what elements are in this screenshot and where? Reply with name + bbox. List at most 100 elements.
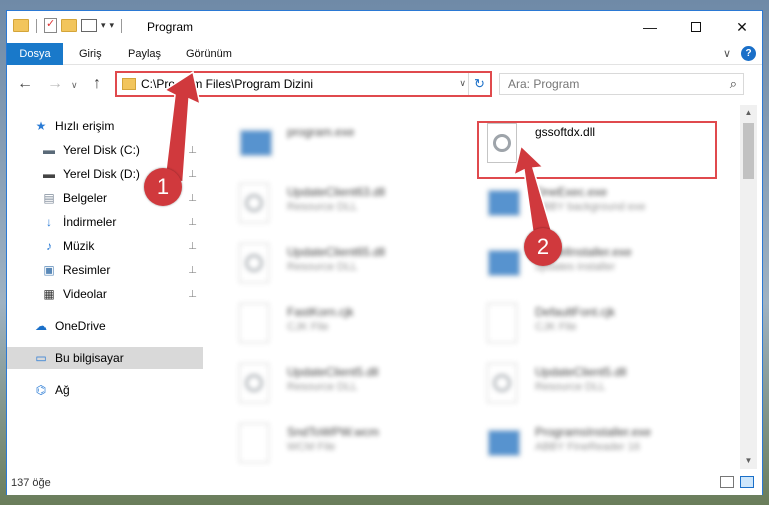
window-title: Program: [147, 20, 194, 34]
file-name: UpdateClient65.dll: [287, 245, 386, 259]
up-arrow-icon[interactable]: ↑: [93, 75, 101, 93]
help-icon[interactable]: ?: [741, 46, 756, 61]
sidebar-item[interactable]: ⌬ Ağ: [7, 379, 203, 401]
minimize-button[interactable]: —: [627, 11, 673, 43]
expand-ribbon-icon[interactable]: ∨: [723, 47, 731, 60]
sidebar-item[interactable]: ↓ İndirmeler ⊥: [7, 211, 203, 233]
file-description: Resource DLL: [287, 381, 358, 393]
tab-view[interactable]: Görünüm: [178, 43, 240, 65]
file-item[interactable]: UpdateClient5.dll Resource DLL: [231, 359, 471, 415]
address-path[interactable]: C:\Program Files\Program Dizini: [141, 77, 313, 91]
annotation-badge-1: 1: [144, 168, 182, 206]
navigation-pane: ★ Hızlı erişim ▬ Yerel Disk (C:) ⊥ ▬ Yerel Dis…: [7, 105, 207, 467]
tab-home[interactable]: Giriş: [71, 43, 110, 65]
application-icon-shape: [239, 129, 273, 157]
sidebar-item-label: Resimler: [63, 263, 111, 277]
scroll-thumb[interactable]: [743, 123, 754, 179]
file-item[interactable]: UpdateClient63.dll Resource DLL: [231, 179, 471, 235]
sidebar-item-label: Belgeler: [63, 191, 108, 205]
scroll-up-icon[interactable]: ▲: [740, 105, 757, 121]
application-icon-shape: [487, 429, 521, 457]
pin-icon[interactable]: ⊥: [188, 241, 197, 252]
sidebar-item-label: Yerel Disk (C:): [63, 143, 140, 157]
search-placeholder: Ara: Program: [508, 77, 580, 91]
sidebar-item-label: Ağ: [55, 383, 70, 397]
search-input[interactable]: Ara: Program ⌕: [499, 73, 744, 95]
videos-icon: ▦: [43, 287, 55, 301]
search-icon[interactable]: ⌕: [730, 76, 737, 92]
file-item[interactable]: program.exe: [231, 119, 471, 175]
file-item[interactable]: ModelInstaller.exe updates installer: [479, 239, 719, 295]
scroll-down-icon[interactable]: ▼: [740, 453, 757, 469]
file-description: CJK File: [535, 321, 577, 333]
large-icons-view-icon[interactable]: [740, 476, 754, 488]
details-view-icon[interactable]: [720, 476, 734, 488]
file-item[interactable]: SndToWPW.wcm WCM File: [231, 419, 471, 467]
pin-icon[interactable]: ⊥: [188, 265, 197, 276]
chevron-down-icon[interactable]: ▾: [101, 20, 106, 31]
sidebar-item[interactable]: ☁ OneDrive: [7, 315, 203, 337]
sidebar-item[interactable]: ♪ Müzik ⊥: [7, 235, 203, 257]
file-name: UpdateClient63.dll: [287, 185, 386, 199]
sidebar-item-label: OneDrive: [55, 319, 106, 333]
pin-icon[interactable]: ⊥: [188, 145, 197, 156]
back-arrow-icon[interactable]: ←: [17, 75, 33, 93]
sidebar-item[interactable]: ▭ Bu bilgisayar: [7, 347, 203, 369]
sidebar-item[interactable]: ▬ Yerel Disk (C:) ⊥: [7, 139, 203, 161]
file-description: Resource DLL: [287, 261, 358, 273]
computer-icon: ▭: [35, 351, 47, 365]
highlighted-file-frame: [477, 121, 717, 179]
pictures-icon: ▣: [43, 263, 55, 277]
maximize-button[interactable]: [673, 11, 719, 43]
toolbar-separator: [121, 18, 123, 33]
dll-file-icon: [239, 183, 275, 229]
document-shape: [487, 303, 517, 343]
pin-icon[interactable]: ⊥: [188, 289, 197, 300]
file-description: WCM File: [287, 441, 336, 453]
file-item[interactable]: OneExec.exe ABBY background exe: [479, 179, 719, 235]
item-count: 137 öğe: [11, 477, 51, 489]
file-name: ProgramsInstaller.exe: [535, 425, 652, 439]
file-name: UpdateClient5.dll: [535, 365, 627, 379]
document-shape: [239, 243, 269, 283]
file-description: Resource DLL: [535, 381, 606, 393]
file-name: DefaultFont.cjk: [535, 305, 616, 319]
document-shape: [239, 303, 269, 343]
address-history-icon[interactable]: ∨: [459, 78, 466, 89]
address-bar[interactable]: C:\Program Files\Program Dizini ∨ ↻: [115, 71, 492, 97]
recent-locations-icon[interactable]: ∨: [71, 80, 78, 91]
download-icon: ↓: [46, 215, 52, 229]
view-options-icon[interactable]: [81, 19, 97, 32]
file-icon: [487, 303, 523, 349]
file-item[interactable]: FastKorn.cjk CJK File: [231, 299, 471, 355]
pin-icon[interactable]: ⊥: [188, 217, 197, 228]
refresh-icon[interactable]: ↻: [468, 73, 490, 95]
view-switcher: [720, 476, 754, 488]
pin-icon[interactable]: ⊥: [188, 193, 197, 204]
sidebar-item[interactable]: ▦ Videolar ⊥: [7, 283, 203, 305]
file-item[interactable]: UpdateClient5.dll Resource DLL: [479, 359, 719, 415]
sidebar-item-label: Bu bilgisayar: [55, 351, 124, 365]
folder-icon: [122, 78, 136, 90]
drive-icon: ▬: [43, 143, 55, 157]
sidebar-item-label: Videolar: [63, 287, 107, 301]
file-item[interactable]: UpdateClient65.dll Resource DLL: [231, 239, 471, 295]
new-folder-icon[interactable]: [61, 19, 77, 32]
drive-icon: ▬: [43, 167, 55, 181]
file-item[interactable]: DefaultFont.cjk CJK File: [479, 299, 719, 355]
vertical-scrollbar[interactable]: ▲ ▼: [740, 105, 757, 469]
sidebar-item[interactable]: ▣ Resimler ⊥: [7, 259, 203, 281]
status-bar: 137 öğe: [7, 471, 762, 495]
file-item[interactable]: ProgramsInstaller.exe ABBY FineReader 16: [479, 419, 719, 467]
customize-toolbar-icon[interactable]: ▾: [110, 20, 115, 31]
tab-file[interactable]: Dosya: [7, 43, 63, 65]
forward-arrow-icon[interactable]: →: [47, 75, 63, 93]
document-shape: [487, 363, 517, 403]
sidebar-item-label: Müzik: [63, 239, 95, 253]
pin-icon[interactable]: ⊥: [188, 169, 197, 180]
tab-share[interactable]: Paylaş: [120, 43, 169, 65]
properties-icon[interactable]: [44, 17, 57, 33]
application-icon: [487, 243, 523, 289]
close-button[interactable]: ✕: [719, 11, 765, 43]
sidebar-item[interactable]: ★ Hızlı erişim: [7, 115, 203, 137]
